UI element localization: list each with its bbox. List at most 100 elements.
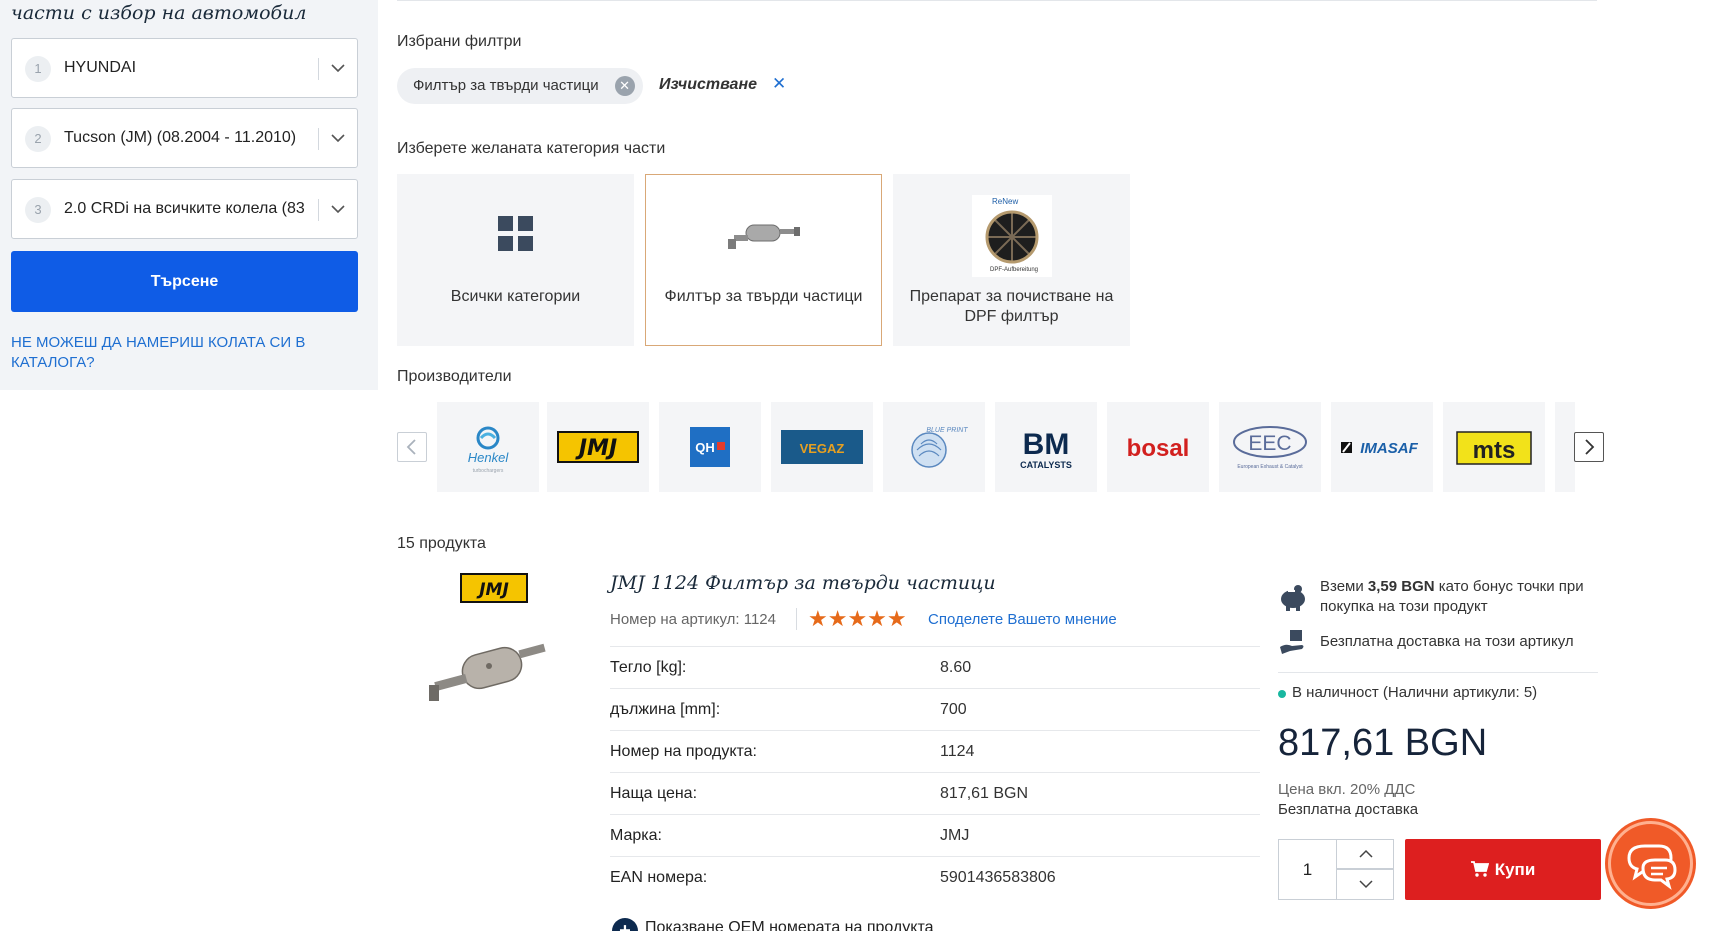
mts-logo-icon: mts <box>1456 431 1532 465</box>
article-number: Номер на артикул: 1124 <box>610 611 776 628</box>
henkel-logo-subtitle: turbochargers <box>473 468 504 474</box>
make-value: HYUNDAI <box>64 59 137 76</box>
step-number: 2 <box>25 126 51 152</box>
engine-value: 2.0 CRDi на всичките колела (83 <box>64 200 305 217</box>
select-divider <box>318 199 319 221</box>
chat-bubble-icon <box>1608 821 1693 906</box>
stock-status: В наличност (Налични артикули: 5) <box>1292 684 1538 701</box>
chevron-up-icon <box>1359 849 1373 858</box>
spec-key: Номер на продукта: <box>610 743 757 760</box>
manufacturer-logo-bosal[interactable]: bosal <box>1107 402 1209 492</box>
manufacturer-logo-jmj[interactable]: JMJ <box>547 402 649 492</box>
vegaz-logo-text: VEGAZ <box>800 441 845 456</box>
manufacturer-logo-mts[interactable]: mts <box>1443 402 1545 492</box>
manufacturer-logo-partial <box>1555 402 1575 492</box>
spec-value: 8.60 <box>940 659 972 676</box>
spec-value: 1124 <box>940 743 975 760</box>
chevron-right-icon <box>1585 439 1595 455</box>
jmj-logo-text: JMJ <box>575 436 617 461</box>
cant-find-car-link[interactable]: НЕ МОЖЕШ ДА НАМЕРИШ КОЛАТА СИ В КАТАЛОГА… <box>11 333 341 373</box>
chevron-down-icon <box>331 64 345 73</box>
eec-logo-text: EEC <box>1248 432 1291 455</box>
spec-key: Марка: <box>610 827 662 844</box>
step-number: 3 <box>25 197 51 223</box>
vegaz-logo-icon: VEGAZ <box>781 430 863 464</box>
clear-filters-icon[interactable]: ✕ <box>772 74 786 94</box>
buy-button[interactable]: Купи <box>1405 839 1601 900</box>
bm-logo-subtitle: CATALYSTS <box>1020 460 1072 470</box>
quantity-decrease-button[interactable] <box>1336 869 1394 900</box>
spec-row: Тегло [kg]: 8.60 <box>610 646 1260 688</box>
product-price: 817,61 BGN <box>1278 722 1488 764</box>
manufacturers-title: Производители <box>397 368 512 385</box>
select-divider <box>318 58 319 80</box>
jmj-brand-logo[interactable]: JMJ <box>460 573 528 603</box>
piggy-bank-icon <box>1281 585 1305 611</box>
spec-row: EAN номера: 5901436583806 <box>610 856 1260 898</box>
jmj-logo-icon: JMJ <box>557 431 639 463</box>
manufacturer-logo-vegaz[interactable]: VEGAZ <box>771 402 873 492</box>
product-image[interactable] <box>427 633 557 713</box>
manufacturer-logo-henkel[interactable]: Henkel turbochargers <box>437 402 539 492</box>
spec-value: 817,61 BGN <box>940 785 1029 802</box>
clear-filters-link[interactable]: Изчистване <box>659 76 757 94</box>
top-divider <box>397 0 1597 1</box>
remove-filter-icon[interactable]: ✕ <box>614 76 635 96</box>
manufacturer-logo-bm[interactable]: BM CATALYSTS <box>995 402 1097 492</box>
spec-value: 5901436583806 <box>940 869 1056 886</box>
chevron-left-icon <box>406 439 416 455</box>
category-label: Всички категории <box>450 288 581 305</box>
bonus-points-text: Вземи 3,59 BGN като бонус точки при поку… <box>1320 577 1620 617</box>
qh-logo-text: QH <box>695 440 715 455</box>
carousel-next-button[interactable] <box>1574 432 1604 462</box>
imasaf-logo-icon: IMASAF <box>1341 440 1419 457</box>
rating-stars: ★★★★★ <box>808 606 907 631</box>
bonus-pre: Вземи <box>1320 578 1368 595</box>
manufacturer-logo-qh[interactable]: QH <box>659 402 761 492</box>
spec-row: Наща цена: 817,61 BGN <box>610 772 1260 814</box>
search-button[interactable]: Търсене <box>11 251 358 312</box>
chat-widget-button[interactable] <box>1605 818 1696 909</box>
spec-row: Номер на продукта: 1124 <box>610 730 1260 772</box>
quantity-input[interactable]: 1 <box>1278 839 1336 900</box>
eec-logo-icon: EEC European Exhaust & Catalyst <box>1233 426 1307 470</box>
manufacturer-logo-eec[interactable]: EEC European Exhaust & Catalyst <box>1219 402 1321 492</box>
category-dpf[interactable]: Филтър за твърди частици <box>645 174 882 346</box>
model-select[interactable]: 2 Tucson (JM) (08.2004 - 11.2010) <box>11 108 358 168</box>
category-label: Препарат за почистване на DPF филтър <box>909 288 1114 325</box>
category-label: Филтър за твърди частици <box>664 288 863 305</box>
blueprint-logo-text: BLUE PRINT <box>926 427 968 434</box>
product-title[interactable]: JMJ 1124 Филтър за твърди частици <box>610 572 996 594</box>
category-dpf-cleaner[interactable]: ReNew DPF-Aufbereitung Препарат за почис… <box>893 174 1130 346</box>
dpf-cleaner-product-icon: ReNew DPF-Aufbereitung <box>971 195 1052 277</box>
bosal-logo-icon: bosal <box>1127 435 1190 462</box>
meta-separator <box>796 608 797 630</box>
manufacturer-logo-imasaf[interactable]: IMASAF <box>1331 402 1433 492</box>
model-value: Tucson (JM) (08.2004 - 11.2010) <box>64 129 297 146</box>
grid-icon <box>497 216 533 251</box>
manufacturer-logo-blueprint[interactable]: BLUE PRINT <box>883 402 985 492</box>
active-filter-label: Филтър за твърди частици <box>413 77 599 94</box>
eec-logo-subtitle: European Exhaust & Catalyst <box>1237 464 1303 470</box>
step-number: 1 <box>25 56 51 82</box>
mts-logo-text: mts <box>1473 437 1516 464</box>
engine-select[interactable]: 3 2.0 CRDi на всичките колела (83 <box>11 179 358 239</box>
carousel-prev-button[interactable] <box>397 432 427 462</box>
selected-filters-title: Избрани филтри <box>397 33 522 50</box>
spec-key: EAN номера: <box>610 869 708 886</box>
svg-text:ReNew: ReNew <box>992 197 1018 206</box>
show-oem-numbers-link[interactable]: Показване OEM номерата на продукта <box>645 919 934 931</box>
quantity-increase-button[interactable] <box>1336 839 1394 869</box>
spec-key: дължина [mm]: <box>610 701 721 718</box>
plus-circle-icon[interactable]: + <box>612 918 638 931</box>
spec-value: JMJ <box>940 827 970 844</box>
henkel-logo-icon: Henkel turbochargers <box>468 426 509 474</box>
blueprint-logo-icon: BLUE PRINT <box>911 427 968 468</box>
in-stock-indicator <box>1278 690 1286 698</box>
delivery-hand-icon <box>1280 630 1304 654</box>
write-review-link[interactable]: Споделете Вашето мнение <box>928 611 1117 628</box>
category-all[interactable]: Всички категории <box>397 174 634 346</box>
bosal-logo-text: bosal <box>1127 435 1190 462</box>
free-delivery-note: Безплатна доставка <box>1278 801 1419 818</box>
make-select[interactable]: 1 HYUNDAI <box>11 38 358 98</box>
